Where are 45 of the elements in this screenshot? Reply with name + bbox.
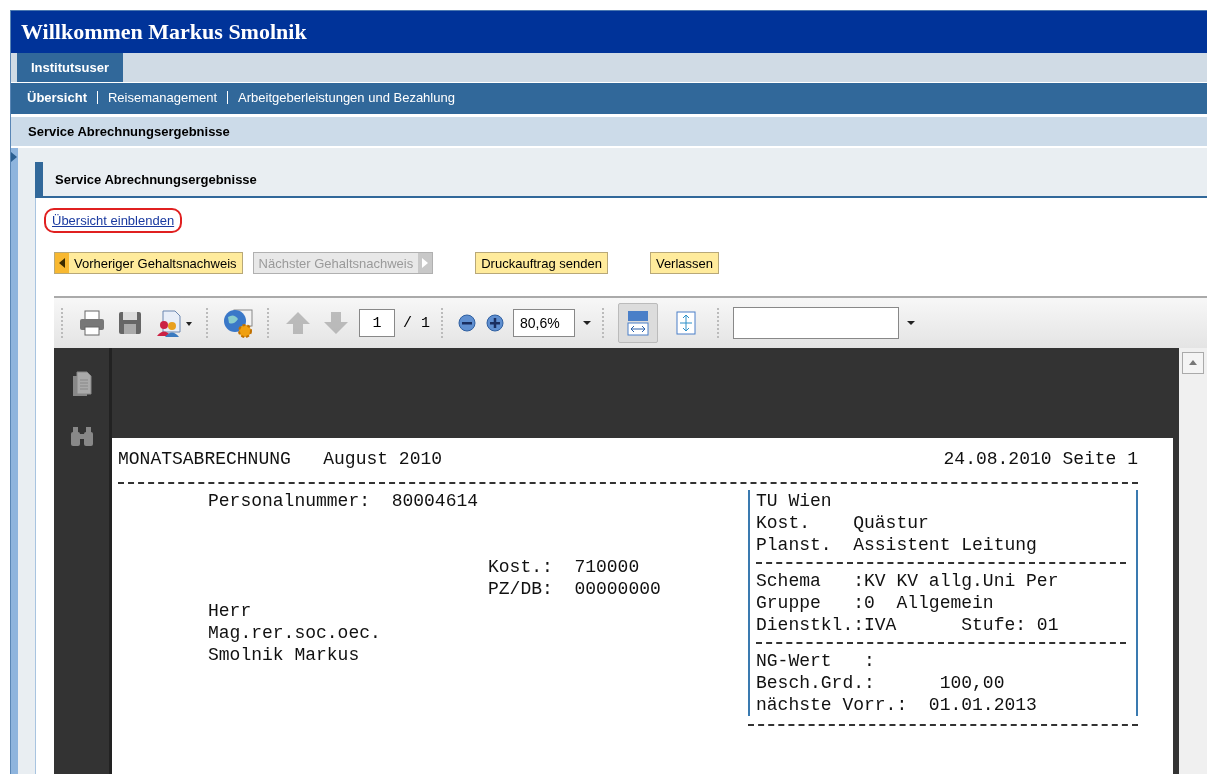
page-title: Service Abrechnungsergebnisse (28, 124, 230, 139)
address-line: Herr (208, 600, 253, 622)
welcome-title: Willkommen Markus Smolnik (21, 19, 307, 45)
payslip-button[interactable]: Vorheriger Gehaltsnachweis (54, 252, 243, 274)
info-line: TU Wien (756, 490, 833, 512)
role-tab[interactable]: Institutsuser (17, 53, 123, 82)
page-number-field[interactable]: 1 (359, 309, 395, 337)
address-line: Mag.rer.soc.oec. (208, 622, 382, 644)
globe-gear-icon[interactable] (222, 307, 256, 339)
info-line: Kost. Quästur (756, 512, 930, 534)
caret-icon[interactable] (907, 320, 915, 326)
document-date: 24.08.2010 Seite 1 (943, 448, 1138, 470)
document-title: MONATSABRECHNUNG August 2010 (118, 448, 443, 470)
payslip-button[interactable]: Druckauftrag senden (475, 252, 608, 274)
zoom-out-icon[interactable] (457, 313, 477, 333)
print-icon[interactable] (77, 308, 107, 338)
info-line: Planst. Assistent Leitung (756, 534, 1038, 556)
info-line: Dienstkl.:IVA Stufe: 01 (756, 614, 1060, 636)
cost-line: Kost.: 710000 (488, 556, 641, 578)
nav-link[interactable]: Arbeitgeberleistungen und Bezahlung (238, 89, 455, 105)
scroll-up-icon[interactable] (1182, 352, 1204, 374)
nav-link[interactable]: Übersicht (27, 89, 87, 105)
zoom-field[interactable]: 80,6% (513, 309, 575, 337)
address-line: Smolnik Markus (208, 644, 361, 666)
expand-arrow-icon[interactable] (11, 152, 17, 162)
fit-width-icon (625, 308, 651, 338)
info-line: Gruppe :0 Allgemein (756, 592, 995, 614)
nav-link[interactable]: Reisemanagement (107, 89, 218, 105)
caret-icon[interactable] (583, 320, 591, 326)
section-title: Service Abrechnungsergebnisse (55, 171, 257, 187)
info-line: NG-Wert : (756, 650, 876, 672)
overview-link[interactable]: Übersicht einblenden (44, 208, 183, 233)
fit-width-button[interactable] (618, 303, 658, 343)
zoom-in-icon[interactable] (485, 313, 505, 333)
cost-line: PZ/DB: 00000000 (488, 578, 662, 600)
info-line: nächste Vorr.: 01.01.2013 (756, 694, 1038, 716)
fit-page-icon (673, 308, 699, 338)
payslip-button[interactable]: Verlassen (649, 252, 719, 274)
binoculars-icon[interactable] (68, 424, 95, 448)
page-total: / 1 (403, 314, 430, 332)
scrollbar[interactable] (1179, 348, 1207, 774)
info-line: Schema :KV KV allg.Uni Per (756, 570, 1060, 592)
info-line: Besch.Grd.: 100,00 (756, 672, 1006, 694)
view-dropdown[interactable] (733, 307, 899, 339)
personal-number: Personalnummer: 80004614 (208, 490, 480, 512)
